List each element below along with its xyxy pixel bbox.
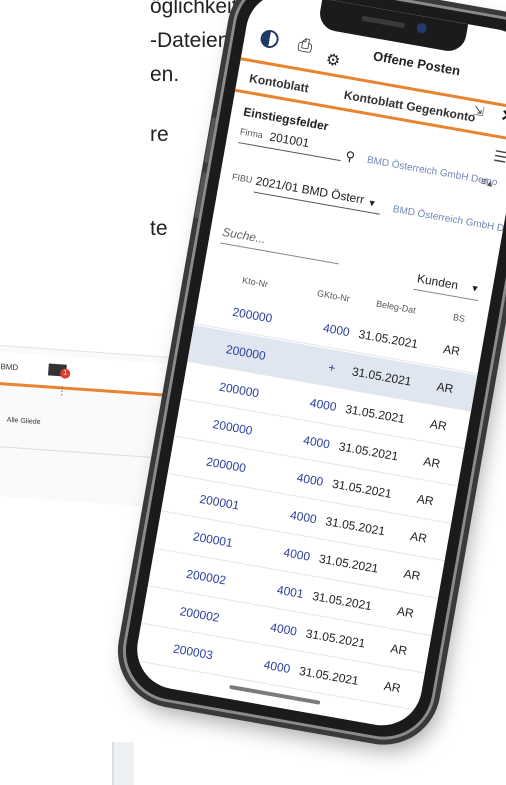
bs-cell: AR	[422, 454, 442, 471]
bs-cell: AR	[382, 678, 402, 696]
desktop-header: BMD 1 ⋮	[0, 351, 190, 399]
fibu-company[interactable]: BMD Österreich GmbH De	[392, 204, 506, 235]
customer-underline	[413, 288, 479, 302]
gkto-cell: 4000	[269, 620, 299, 639]
bs-cell: AR	[396, 603, 415, 621]
gkto-cell: 4000	[282, 545, 312, 564]
collapse-icon[interactable]: ⇲	[472, 103, 485, 121]
kto-cell: 200000	[224, 342, 267, 363]
background-pole	[112, 742, 134, 785]
gkto-cell: 4001	[275, 582, 305, 602]
bs-cell: AR	[402, 566, 422, 584]
desktop-filter[interactable]: Alle Gliede	[7, 417, 41, 426]
firma-label: Firma	[239, 126, 264, 141]
gkto-cell: 4000	[302, 433, 331, 452]
gkto-cell: 4000	[262, 657, 292, 676]
desktop-brand: BMD	[0, 362, 19, 373]
col-bs[interactable]: BS	[452, 312, 466, 324]
menu-icon[interactable]: ☰	[492, 147, 506, 167]
fibu-label: FIBU	[231, 171, 254, 186]
customer-select[interactable]: Kunden	[416, 271, 459, 292]
bs-cell: AR	[435, 379, 455, 397]
kto-cell: 200002	[178, 604, 221, 625]
doc-line-5: te	[150, 217, 168, 240]
date-cell: 31.05.2021	[311, 588, 373, 614]
date-cell: 31.05.2021	[350, 364, 413, 389]
speaker	[361, 15, 406, 29]
col-beleg-dat[interactable]: Beleg-Dat	[375, 299, 416, 316]
date-cell: 31.05.2021	[324, 514, 387, 539]
search-icon[interactable]: ⚲	[344, 148, 356, 165]
gkto-cell: +	[327, 360, 337, 376]
kto-cell: 200002	[185, 566, 228, 588]
kto-cell: 200000	[205, 454, 247, 476]
bs-cell: AR	[409, 529, 429, 546]
date-cell: 31.05.2021	[317, 551, 380, 576]
gkto-cell: 4000	[295, 470, 325, 489]
gear-icon[interactable]: ⚙	[324, 51, 341, 70]
bs-cell: AR	[389, 641, 409, 659]
firma-company[interactable]: BMD Österreich GmbH Demo	[366, 155, 498, 189]
gkto-cell: 4000	[322, 320, 351, 340]
chevron-down-icon[interactable]: ▼	[470, 283, 481, 294]
doc-line-2: -Dateien	[150, 29, 230, 52]
date-cell: 31.05.2021	[331, 476, 393, 501]
kto-cell: 200000	[218, 379, 261, 401]
kto-cell: 200000	[231, 304, 274, 326]
camera	[415, 22, 428, 35]
list-icon[interactable]: ≡▴	[480, 175, 494, 190]
chevron-down-icon[interactable]: ▼	[367, 198, 378, 209]
date-cell: 31.05.2021	[304, 626, 367, 651]
date-cell: 31.05.2021	[344, 401, 406, 427]
close-icon[interactable]: ✕	[499, 105, 506, 127]
doc-line-3: en.	[150, 63, 180, 86]
col-kto-nr[interactable]: Kto-Nr	[241, 275, 268, 289]
gkto-cell: 4000	[308, 395, 338, 415]
bs-cell: AR	[429, 416, 448, 434]
firma-input[interactable]: 201001	[268, 130, 310, 151]
kto-cell: 200000	[211, 417, 254, 438]
kto-cell: 200001	[198, 491, 241, 513]
date-cell: 31.05.2021	[357, 327, 420, 352]
date-cell: 31.05.2021	[337, 439, 400, 464]
bs-cell: AR	[442, 341, 462, 359]
col-gkto-nr[interactable]: GKto-Nr	[316, 288, 350, 304]
mail-badge: 1	[59, 368, 71, 379]
print-icon[interactable]: ⎙	[296, 34, 314, 56]
doc-line-1: öglichkeit,	[150, 0, 244, 18]
kto-cell: 200001	[191, 529, 234, 551]
search-underline	[220, 242, 339, 265]
doc-line-4: re	[150, 123, 169, 146]
phone-mockup: ⎙ ⚙ Offene Posten Kontoblatt Kontoblatt …	[114, 0, 506, 748]
bs-cell: AR	[415, 491, 435, 509]
more-menu-icon[interactable]: ⋮	[57, 386, 68, 398]
phone-screen: ⎙ ⚙ Offene Posten Kontoblatt Kontoblatt …	[130, 0, 506, 732]
kto-cell: 200003	[172, 641, 214, 663]
gkto-cell: 4000	[289, 507, 318, 527]
date-cell: 31.05.2021	[298, 663, 360, 689]
